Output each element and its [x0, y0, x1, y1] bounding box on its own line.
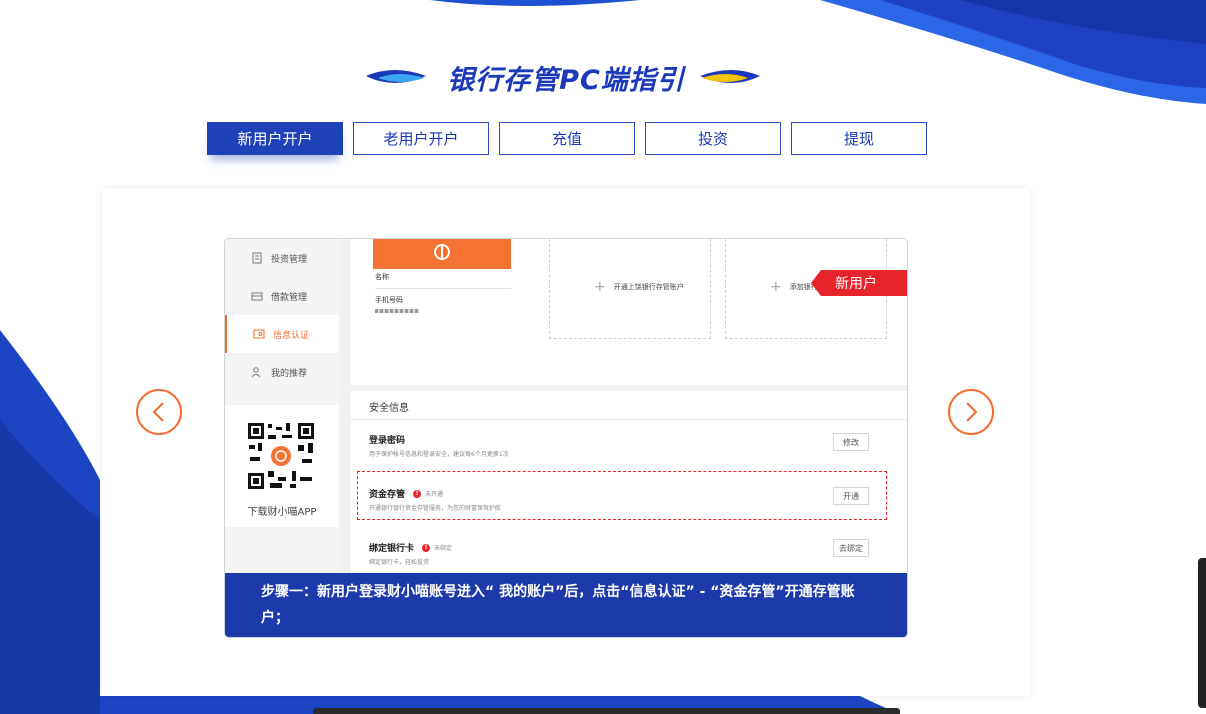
open-depository-box[interactable]: + 开通上饶银行存管账户 [549, 239, 711, 339]
login-password-desc: 用于保护帐号信息和登录安全，建议每6个月更换1次 [369, 451, 509, 458]
security-section-title: 安全信息 [369, 403, 409, 414]
qr-download-label: 下载财小喵APP [247, 507, 317, 518]
side-scroll-handle[interactable] [1198, 558, 1206, 708]
fund-depository-desc: 开通银行银行资金存管服务，为您的财富保驾护航 [369, 505, 502, 512]
sidebar-item-invest-manage: 投资管理 [225, 239, 339, 277]
step-caption: 步骤一：新用户登录财小喵账号进入“ 我的账户”后，点击“信息认证” - “资金存… [225, 573, 907, 637]
open-depository-label: 开通上饶银行存管账户 [613, 283, 684, 291]
prev-slide-button[interactable] [136, 389, 182, 435]
sidebar-item-label: 投资管理 [271, 254, 308, 265]
phone-label: 手机号码 [375, 296, 403, 304]
sidebar-item-my-referral: 我的推荐 [225, 353, 339, 391]
card-divider [375, 288, 511, 289]
right-wing-decoration [700, 70, 760, 83]
users-icon [251, 367, 261, 378]
chevron-right-icon [966, 402, 978, 422]
app-logo-icon [434, 244, 450, 260]
masked-phone-number [375, 309, 419, 313]
name-label: 名称 [375, 273, 389, 281]
sidebar-item-label: 借款管理 [271, 292, 308, 303]
document-icon [252, 252, 262, 264]
sidebar-item-loan-manage: 借款管理 [225, 277, 339, 315]
security-info-panel: 安全信息 登录密码 用于保护帐号信息和登录安全，建议每6个月更换1次 修改 资金… [351, 391, 907, 573]
section-divider [351, 419, 907, 420]
bottom-toolbar-edge [313, 708, 900, 714]
login-password-title: 登录密码 [369, 436, 406, 446]
change-password-button[interactable]: 修改 [833, 433, 869, 451]
tab-invest[interactable]: 投资 [645, 122, 781, 155]
guide-tabs: 新用户开户 老用户开户 充值 投资 提现 [207, 122, 927, 155]
tab-recharge[interactable]: 充值 [499, 122, 635, 155]
user-card-header [373, 239, 511, 269]
page-title: 银行存管PC端指引 [447, 65, 685, 96]
open-depository-button[interactable]: 开通 [833, 487, 869, 505]
account-cards-area: 名称 手机号码 + 开通上饶银行存管账户 + 添加银行卡 [351, 239, 907, 385]
chevron-left-icon [152, 402, 164, 422]
plus-icon: + [770, 279, 782, 295]
tab-new-user-open[interactable]: 新用户开户 [207, 122, 343, 155]
tab-withdraw[interactable]: 提现 [791, 122, 927, 155]
tab-old-user-open[interactable]: 老用户开户 [353, 122, 489, 155]
left-wing-decoration [366, 70, 426, 83]
status-badge: ! 未开通 [413, 489, 443, 498]
id-card-icon [253, 329, 265, 339]
bind-card-button[interactable]: 去绑定 [833, 539, 869, 557]
page-title-banner: 银行存管PC端指引 [364, 56, 764, 100]
alert-icon: ! [422, 543, 431, 552]
sidebar-item-label: 信息认证 [273, 330, 310, 341]
wallet-icon [251, 292, 263, 301]
bind-card-title: 绑定银行卡 ! 未绑定 [369, 543, 453, 554]
fund-depository-title: 资金存管 ! 未开通 [369, 489, 444, 500]
guide-screenshot: 投资管理 借款管理 信息认证 我的推荐 下载财小喵APP 名称 手机号码 + 开… [224, 238, 908, 638]
bind-card-desc: 绑定银行卡，轻松投资 [369, 559, 430, 566]
new-user-ribbon: 新用户 [811, 270, 907, 296]
qr-code-icon [246, 421, 316, 491]
next-slide-button[interactable] [948, 389, 994, 435]
sidebar-item-info-verify: 信息认证 [225, 315, 339, 353]
status-badge: ! 未绑定 [422, 543, 452, 552]
plus-icon: + [594, 279, 606, 295]
alert-icon: ! [413, 489, 422, 498]
sidebar-item-label: 我的推荐 [271, 368, 308, 379]
